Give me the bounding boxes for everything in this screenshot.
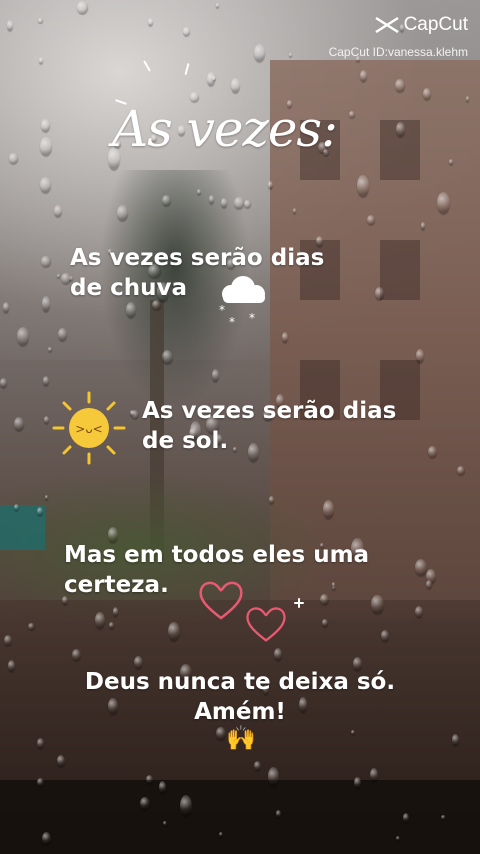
heart-icon <box>199 581 243 620</box>
praise-hands-icon: 🙌 <box>226 724 256 752</box>
svg-text:>ᴗ<: >ᴗ< <box>75 422 102 436</box>
raindrop <box>140 797 150 811</box>
raindrop <box>56 755 65 768</box>
rain-line-1: As vezes serão dias <box>70 245 325 271</box>
raindrop <box>40 118 51 132</box>
closing-line-2: Amém! <box>194 699 286 725</box>
raindrop <box>414 606 423 619</box>
raindrop <box>28 622 35 630</box>
raindrop <box>457 466 465 475</box>
raindrop <box>167 621 180 642</box>
raindrop <box>349 110 355 118</box>
svg-text:*: * <box>229 315 235 328</box>
certainty-line-1: Mas em todos eles uma <box>64 542 370 568</box>
raindrop <box>234 197 244 209</box>
raindrop <box>163 820 167 826</box>
raindrop <box>322 619 328 627</box>
capcut-logo: CapCut <box>374 14 468 36</box>
raindrop <box>39 137 52 156</box>
raindrop <box>7 660 16 672</box>
rain-line-2: de chuva <box>70 275 187 301</box>
raindrop <box>43 375 50 387</box>
raindrop <box>8 153 19 164</box>
closing-text: Deus nunca te deixa só. Amém! <box>60 667 420 727</box>
raindrop <box>13 504 19 511</box>
raindrop <box>16 326 30 346</box>
raindrop <box>370 768 378 782</box>
raindrop <box>47 346 53 353</box>
sun-text: As vezes serão dias de sol. <box>142 396 396 456</box>
capcut-id-text: CapCut ID:vanessa.klehm <box>328 45 468 59</box>
raindrop <box>273 647 282 662</box>
raindrop <box>215 3 219 8</box>
raindrop <box>6 19 13 31</box>
raindrop <box>423 88 431 100</box>
raindrop <box>267 180 274 190</box>
raindrop <box>36 506 44 516</box>
raindrop <box>216 727 226 741</box>
raindrop <box>380 630 390 642</box>
raindrop <box>354 776 362 790</box>
raindrop <box>38 57 43 65</box>
heart-icon <box>246 607 286 642</box>
raindrop <box>43 415 50 424</box>
svg-text:*: * <box>219 303 225 317</box>
raindrop <box>0 378 7 388</box>
raindrop <box>207 72 215 86</box>
raindrop <box>37 778 44 788</box>
raindrop <box>42 832 51 845</box>
raindrop <box>219 832 223 837</box>
raindrop <box>221 198 227 208</box>
cloud-icon: * * * <box>219 276 265 328</box>
raindrop <box>44 495 49 500</box>
raindrop <box>276 810 281 818</box>
raindrop <box>41 256 51 268</box>
raindrop <box>395 835 401 841</box>
raindrop <box>58 327 67 342</box>
raindrop <box>425 580 432 589</box>
raindrop <box>371 594 384 614</box>
raindrop <box>38 17 44 23</box>
rain-text: As vezes serão dias de chuva <box>70 243 324 303</box>
sun-line-2: de sol. <box>142 428 229 454</box>
raindrop <box>322 499 335 520</box>
raindrop <box>162 194 171 206</box>
raindrop <box>395 78 405 93</box>
raindrop <box>230 78 240 93</box>
page-title: As vezes: <box>112 100 338 158</box>
raindrop <box>357 175 369 197</box>
raindrop <box>451 734 459 747</box>
raindrop <box>367 214 375 225</box>
raindrop <box>281 332 288 344</box>
raindrop <box>112 606 119 617</box>
capcut-brand-text: CapCut <box>403 14 468 35</box>
raindrop <box>129 410 134 416</box>
raindrop <box>13 417 24 432</box>
sun-line-1: As vezes serão dias <box>142 398 397 424</box>
raindrop <box>147 18 153 26</box>
raindrop <box>427 446 437 458</box>
raindrop <box>41 296 51 312</box>
raindrop <box>253 44 266 62</box>
closing-line-1: Deus nunca te deixa só. <box>84 669 396 695</box>
raindrop <box>72 649 81 661</box>
raindrop <box>3 635 12 647</box>
svg-text:*: * <box>249 311 255 325</box>
raindrop <box>350 729 356 735</box>
raindrop <box>374 286 385 300</box>
raindrop <box>3 302 9 313</box>
capcut-logo-icon <box>374 16 399 34</box>
raindrop <box>292 208 296 215</box>
sun-icon: >ᴗ< <box>52 391 126 465</box>
raindrop <box>269 495 274 504</box>
raindrop <box>179 794 192 817</box>
raindrop <box>396 122 405 138</box>
sparkle-icon <box>294 602 304 604</box>
